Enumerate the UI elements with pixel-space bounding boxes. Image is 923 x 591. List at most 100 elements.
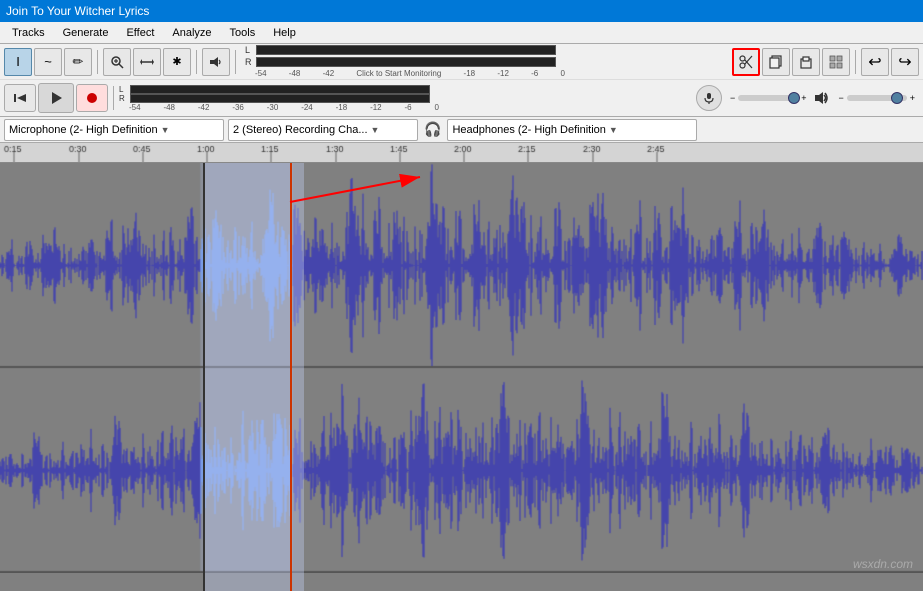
headphone-icon: 🎧 — [424, 121, 441, 138]
vu-bar-r — [256, 57, 556, 67]
vu-tick-6: -6 — [531, 69, 538, 78]
paste-icon — [799, 55, 813, 69]
record-button[interactable] — [76, 84, 108, 112]
menu-bar: Tracks Generate Effect Analyze Tools Hel… — [0, 22, 923, 44]
vu-2-r-label: R — [119, 94, 129, 103]
tool-multi[interactable]: ✱ — [163, 48, 191, 76]
output-device-select[interactable]: Headphones (2- High Definition ▼ — [447, 119, 697, 141]
toolbar-right: ↩ ↪ — [732, 48, 919, 76]
output-volume-slider[interactable] — [847, 95, 907, 101]
volume-slider-area: − + — [730, 93, 807, 103]
playback-volume-slider[interactable] — [738, 95, 798, 101]
channels-select[interactable]: 2 (Stereo) Recording Cha... ▼ — [228, 119, 418, 141]
multi-icon: ✱ — [172, 55, 181, 68]
title-bar: Join To Your Witcher Lyrics — [0, 0, 923, 22]
timeline-ruler — [0, 143, 923, 163]
sep-4 — [855, 50, 856, 74]
speaker-icon — [209, 55, 223, 69]
vu-tick-5: -12 — [497, 69, 509, 78]
vu-row-2-l: L — [119, 85, 439, 94]
vu-meter-area-2: L R -54 -48 -42 -36 -30 -24 -18 — [119, 85, 439, 112]
vu-r-label: R — [245, 57, 255, 67]
plus-icon: + — [801, 93, 806, 103]
undo-button[interactable]: ↩ — [861, 48, 889, 76]
waveform-canvas — [0, 163, 923, 573]
output-device-label: Headphones (2- High Definition — [452, 124, 605, 136]
vu-2-l-label: L — [119, 85, 129, 94]
vu-tick-7: 0 — [561, 69, 565, 78]
vu-ticks-row: -54 -48 -42 Click to Start Monitoring -1… — [255, 69, 565, 78]
output-volume-thumb — [891, 92, 903, 104]
timeshift-icon — [140, 55, 154, 69]
output-select-arrow: ▼ — [609, 125, 618, 135]
plus-icon-2: + — [910, 93, 915, 103]
cut-button[interactable] — [732, 48, 760, 76]
copy-button[interactable] — [762, 48, 790, 76]
mic-device-label: Microphone (2- High Definition — [9, 124, 158, 136]
speaker-out-icon — [814, 90, 830, 106]
tool-envelope[interactable]: ~ — [34, 48, 62, 76]
menu-tools[interactable]: Tools — [222, 25, 264, 41]
main-content: wsxdn.com — [0, 143, 923, 591]
trim-button[interactable] — [822, 48, 850, 76]
scissors-icon — [739, 55, 753, 69]
vu-bar-2-r — [130, 94, 430, 103]
volume-slider-area-2: − + — [838, 93, 915, 103]
sep-3 — [235, 50, 236, 74]
paste-button[interactable] — [792, 48, 820, 76]
minus-icon: − — [730, 93, 735, 103]
vu-l-label: L — [245, 45, 255, 55]
channels-label: 2 (Stereo) Recording Cha... — [233, 124, 368, 136]
tracks-panel: wsxdn.com — [0, 143, 923, 591]
input-controls: − + − + — [696, 85, 919, 111]
vu-row-r: R — [245, 57, 565, 67]
tool-speaker[interactable] — [202, 48, 230, 76]
menu-analyze[interactable]: Analyze — [164, 25, 219, 41]
tool-zoom[interactable] — [103, 48, 131, 76]
volume-thumb — [788, 92, 800, 104]
vu-row-l: L — [245, 45, 565, 55]
channels-arrow: ▼ — [371, 125, 380, 135]
play-button[interactable] — [38, 83, 74, 113]
vu-tick-3: Click to Start Monitoring — [356, 69, 441, 78]
vu-bar-2-l — [130, 85, 430, 94]
vu-bar-l — [256, 45, 556, 55]
sep-1 — [97, 50, 98, 74]
sep-5 — [113, 86, 114, 110]
zoom-icon — [110, 55, 124, 69]
track-area[interactable]: wsxdn.com — [0, 163, 923, 591]
watermark: wsxdn.com — [853, 557, 913, 571]
tool-draw[interactable]: ✏ — [64, 48, 92, 76]
mic-select-arrow: ▼ — [161, 125, 170, 135]
vu-ticks-row-2: -54 -48 -42 -36 -30 -24 -18 -12 -6 0 — [129, 103, 439, 112]
play-icon — [48, 90, 64, 106]
app-title: Join To Your Witcher Lyrics — [6, 4, 149, 18]
vu-tick-2: -42 — [323, 69, 335, 78]
vu-tick-0: -54 — [255, 69, 267, 78]
toolbar-container: I ~ ✏ — [0, 44, 923, 117]
tool-timeshift[interactable] — [133, 48, 161, 76]
mic-button[interactable] — [696, 85, 722, 111]
rewind-button[interactable] — [4, 84, 36, 112]
redo-button[interactable]: ↪ — [891, 48, 919, 76]
trim-icon — [829, 55, 843, 69]
record-icon — [85, 91, 99, 105]
menu-generate[interactable]: Generate — [55, 25, 117, 41]
vu-row-2-r: R — [119, 94, 439, 103]
toolbar-row-2: L R -54 -48 -42 -36 -30 -24 -18 — [0, 80, 923, 116]
ruler-canvas — [0, 143, 923, 162]
menu-effect[interactable]: Effect — [118, 25, 162, 41]
vu-tick-1: -48 — [289, 69, 301, 78]
menu-help[interactable]: Help — [265, 25, 304, 41]
tool-select[interactable]: I — [4, 48, 32, 76]
copy-icon — [769, 55, 783, 69]
toolbar-row-1: I ~ ✏ — [0, 44, 923, 80]
mic-icon — [703, 92, 715, 104]
device-row: Microphone (2- High Definition ▼ 2 (Ster… — [0, 117, 923, 143]
vu-meter-area: L R -54 -48 -42 Click to Start Monitorin… — [245, 45, 565, 78]
rewind-icon — [13, 91, 27, 105]
mic-device-select[interactable]: Microphone (2- High Definition ▼ — [4, 119, 224, 141]
minus-icon-2: − — [838, 93, 843, 103]
app-container: Join To Your Witcher Lyrics Tracks Gener… — [0, 0, 923, 591]
menu-tracks[interactable]: Tracks — [4, 25, 53, 41]
